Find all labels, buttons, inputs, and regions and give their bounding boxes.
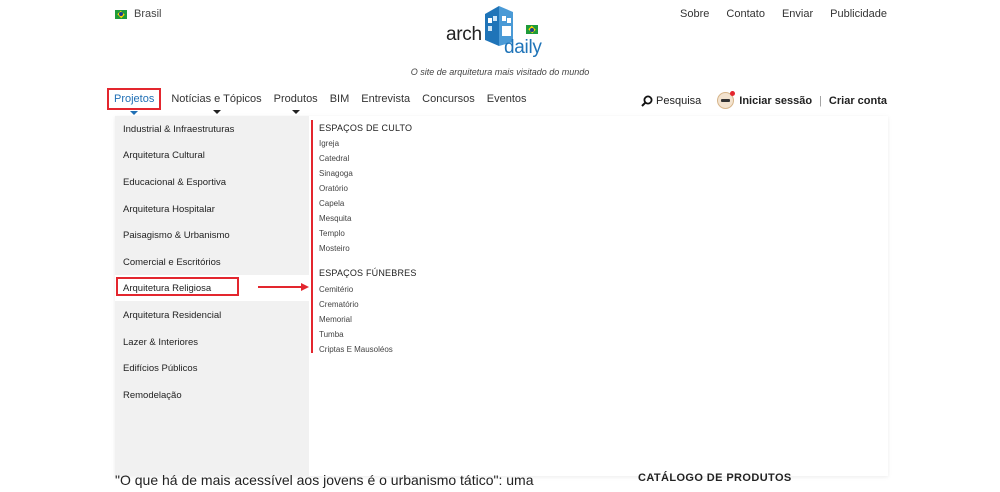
nav-item-concursos[interactable]: Concursos <box>416 88 481 110</box>
subcategory-link[interactable]: Templo <box>319 229 345 238</box>
caret-down-icon <box>212 110 221 114</box>
subcategory-link[interactable]: Capela <box>319 199 344 208</box>
subcategory-link[interactable]: Cemitério <box>319 285 353 294</box>
category-item[interactable]: Remodelação <box>115 382 309 408</box>
nav-right: Pesquisa Iniciar sessão | Criar conta <box>641 91 887 109</box>
arrow-right-icon <box>258 283 309 291</box>
category-item[interactable]: Educacional & Esportiva <box>115 169 309 195</box>
subcategory-link[interactable]: Sinagoga <box>319 169 353 178</box>
country-selector[interactable]: Brasil <box>115 8 162 20</box>
nav-label: BIM <box>329 93 350 105</box>
subcategory-link[interactable]: Tumba <box>319 330 344 339</box>
nav-item-bim[interactable]: BIM <box>324 88 356 110</box>
category-item[interactable]: Arquitetura Hospitalar <box>115 196 309 222</box>
category-item[interactable]: Industrial & Infraestruturas <box>115 116 309 142</box>
caret-down-icon <box>130 111 139 115</box>
nav-item-noticias[interactable]: Notícias e Tópicos <box>165 88 267 114</box>
separator: | <box>819 94 822 107</box>
site-tagline: O site de arquitetura mais visitado do m… <box>410 67 590 77</box>
category-item[interactable]: Arquitetura Residencial <box>115 302 309 328</box>
search-button[interactable]: Pesquisa <box>641 95 701 107</box>
article-title[interactable]: "O que há de mais acessível aos jovens é… <box>115 472 534 488</box>
group-title-funebres: ESPAÇOS FÚNEBRES <box>319 268 417 278</box>
top-link-publicidade[interactable]: Publicidade <box>830 8 887 20</box>
category-list: Industrial & Infraestruturas Arquitetura… <box>115 116 309 476</box>
login-link[interactable]: Iniciar sessão <box>739 95 812 107</box>
subcategory-link[interactable]: Catedral <box>319 154 349 163</box>
top-link-contato[interactable]: Contato <box>726 8 765 20</box>
subcategory-link[interactable]: Igreja <box>319 139 339 148</box>
logo-daily-text: daily <box>504 37 542 58</box>
archdaily-logo[interactable]: arch daily <box>446 4 558 62</box>
nav-label: Notícias e Tópicos <box>171 93 262 105</box>
account-area: Iniciar sessão | Criar conta <box>717 91 887 109</box>
brazil-flag-icon <box>115 9 127 19</box>
category-item[interactable]: Arquitetura Cultural <box>115 142 309 168</box>
subcategory-link[interactable]: Criptas E Mausoléos <box>319 345 393 354</box>
subcategory-link[interactable]: Mosteiro <box>319 244 350 253</box>
highlight-bracket-line <box>311 120 313 353</box>
nav-item-projetos[interactable]: Projetos <box>107 88 162 115</box>
category-item[interactable]: Comercial e Escritórios <box>115 249 309 275</box>
search-label: Pesquisa <box>656 94 702 107</box>
avatar-icon <box>717 91 736 109</box>
nav-label: Produtos <box>273 93 318 105</box>
nav-item-produtos[interactable]: Produtos <box>268 88 324 114</box>
logo-arch-text: arch <box>446 24 482 45</box>
search-icon <box>641 95 653 107</box>
nav-item-eventos[interactable]: Eventos <box>481 88 533 110</box>
subcategory-link[interactable]: Mesquita <box>319 214 351 223</box>
subcategory-link[interactable]: Crematório <box>319 300 359 309</box>
sidebar-section-title: CATÁLOGO DE PRODUTOS <box>638 472 792 484</box>
category-item[interactable]: Paisagismo & Urbanismo <box>115 222 309 248</box>
projetos-dropdown: Industrial & Infraestruturas Arquitetura… <box>115 116 888 476</box>
caret-down-icon <box>291 110 300 114</box>
top-links: Sobre Contato Enviar Publicidade <box>680 8 887 20</box>
top-link-enviar[interactable]: Enviar <box>782 8 813 20</box>
nav-label: Entrevista <box>361 93 411 105</box>
main-nav: Projetos Notícias e Tópicos Produtos BIM… <box>107 88 533 115</box>
category-item[interactable]: Edifícios Públicos <box>115 355 309 381</box>
logo-brazil-flag-icon <box>526 25 538 34</box>
country-label: Brasil <box>134 8 162 20</box>
subcategory-link[interactable]: Oratório <box>319 184 348 193</box>
highlight-box <box>116 277 239 296</box>
category-item[interactable]: Lazer & Interiores <box>115 329 309 355</box>
nav-label: Eventos <box>486 93 527 105</box>
nav-item-entrevista[interactable]: Entrevista <box>355 88 416 110</box>
group-title-culto: ESPAÇOS DE CULTO <box>319 123 413 133</box>
signup-link[interactable]: Criar conta <box>829 95 887 107</box>
nav-label: Projetos <box>114 93 155 105</box>
subcategory-link[interactable]: Memorial <box>319 315 352 324</box>
nav-label: Concursos <box>422 93 475 105</box>
top-link-sobre[interactable]: Sobre <box>680 8 709 20</box>
